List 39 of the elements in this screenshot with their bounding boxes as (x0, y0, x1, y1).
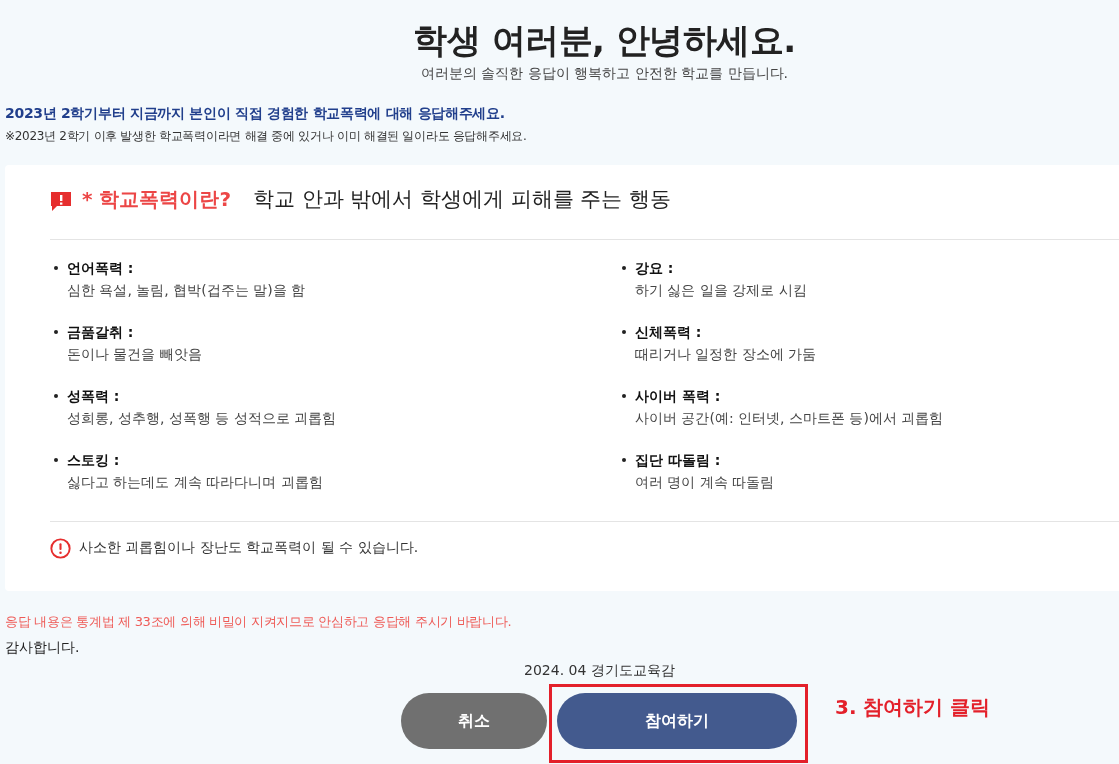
definition-heading: * 학교폭력이란? (82, 185, 232, 213)
violence-type-explanation: 때리거나 일정한 장소에 가둠 (634, 345, 818, 364)
alert-speech-bubble-icon (50, 190, 72, 212)
page-subtitle: 여러분의 솔직한 응답이 행복하고 안전한 학교를 만듭니다. (420, 64, 789, 83)
signature-text: 2024. 04 경기도교육감 (524, 661, 676, 680)
annotation-label: 3. 참여하기 클릭 (835, 694, 991, 720)
definition-text: 학교 안과 밖에서 학생에게 피해를 주는 행동 (253, 186, 672, 213)
violence-type-term: 집단 따돌림 : (635, 451, 721, 470)
violence-type-term: 스토킹 : (67, 451, 120, 470)
violence-type-explanation: 하기 싫은 일을 강제로 시킴 (634, 281, 808, 300)
bullet-icon (54, 330, 58, 334)
violence-type-term: 성폭력 : (67, 387, 120, 406)
violence-type-term: 강요 : (635, 259, 674, 278)
note-text: ※2023년 2학기 이후 발생한 학교폭력이라면 해결 중에 있거나 이미 해결된 일이라도 응답해주세요. (5, 128, 528, 145)
violence-type-term: 언어폭력 : (67, 259, 134, 278)
violence-type-term: 신체폭력 : (635, 323, 702, 342)
participate-button[interactable]: 참여하기 (557, 693, 797, 749)
violence-type-explanation: 사이버 공간(예: 인터넷, 스마트폰 등)에서 괴롭힘 (634, 409, 945, 428)
violence-type-explanation: 돈이나 물건을 빼앗음 (66, 345, 203, 364)
bullet-icon (622, 394, 626, 398)
bullet-icon (54, 266, 58, 270)
violence-type-term: 사이버 폭력 : (635, 387, 721, 406)
bullet-icon (54, 458, 58, 462)
warning-circle-icon (50, 537, 71, 559)
bullet-icon (622, 266, 626, 270)
page-title: 학생 여러분, 안녕하세요. (413, 19, 796, 62)
violence-type-explanation: 여러 명이 계속 따돌림 (634, 473, 776, 492)
instruction-text: 2023년 2학기부터 지금까지 본인이 직접 경험한 학교폭력에 대해 응답해주세요. (5, 104, 506, 123)
violence-type-explanation: 싫다고 하는데도 계속 따라다니며 괴롭힘 (66, 473, 324, 492)
bullet-icon (622, 458, 626, 462)
violence-type-explanation: 성희롱, 성추행, 성폭행 등 성적으로 괴롭힘 (66, 409, 338, 428)
violence-type-term: 금품갈취 : (67, 323, 134, 342)
bullet-icon (622, 330, 626, 334)
privacy-notice: 응답 내용은 통계법 제 33조에 의해 비밀이 지켜지므로 안심하고 응답해 주시기 바랍니다. (5, 613, 513, 631)
bullet-icon (54, 394, 58, 398)
violence-type-explanation: 심한 욕설, 놀림, 협박(겁주는 말)을 함 (66, 281, 307, 300)
notice-text: 사소한 괴롭힘이나 장난도 학교폭력이 될 수 있습니다. (79, 539, 419, 557)
cancel-button[interactable]: 취소 (401, 693, 547, 749)
thanks-text: 감사합니다. (5, 638, 81, 657)
